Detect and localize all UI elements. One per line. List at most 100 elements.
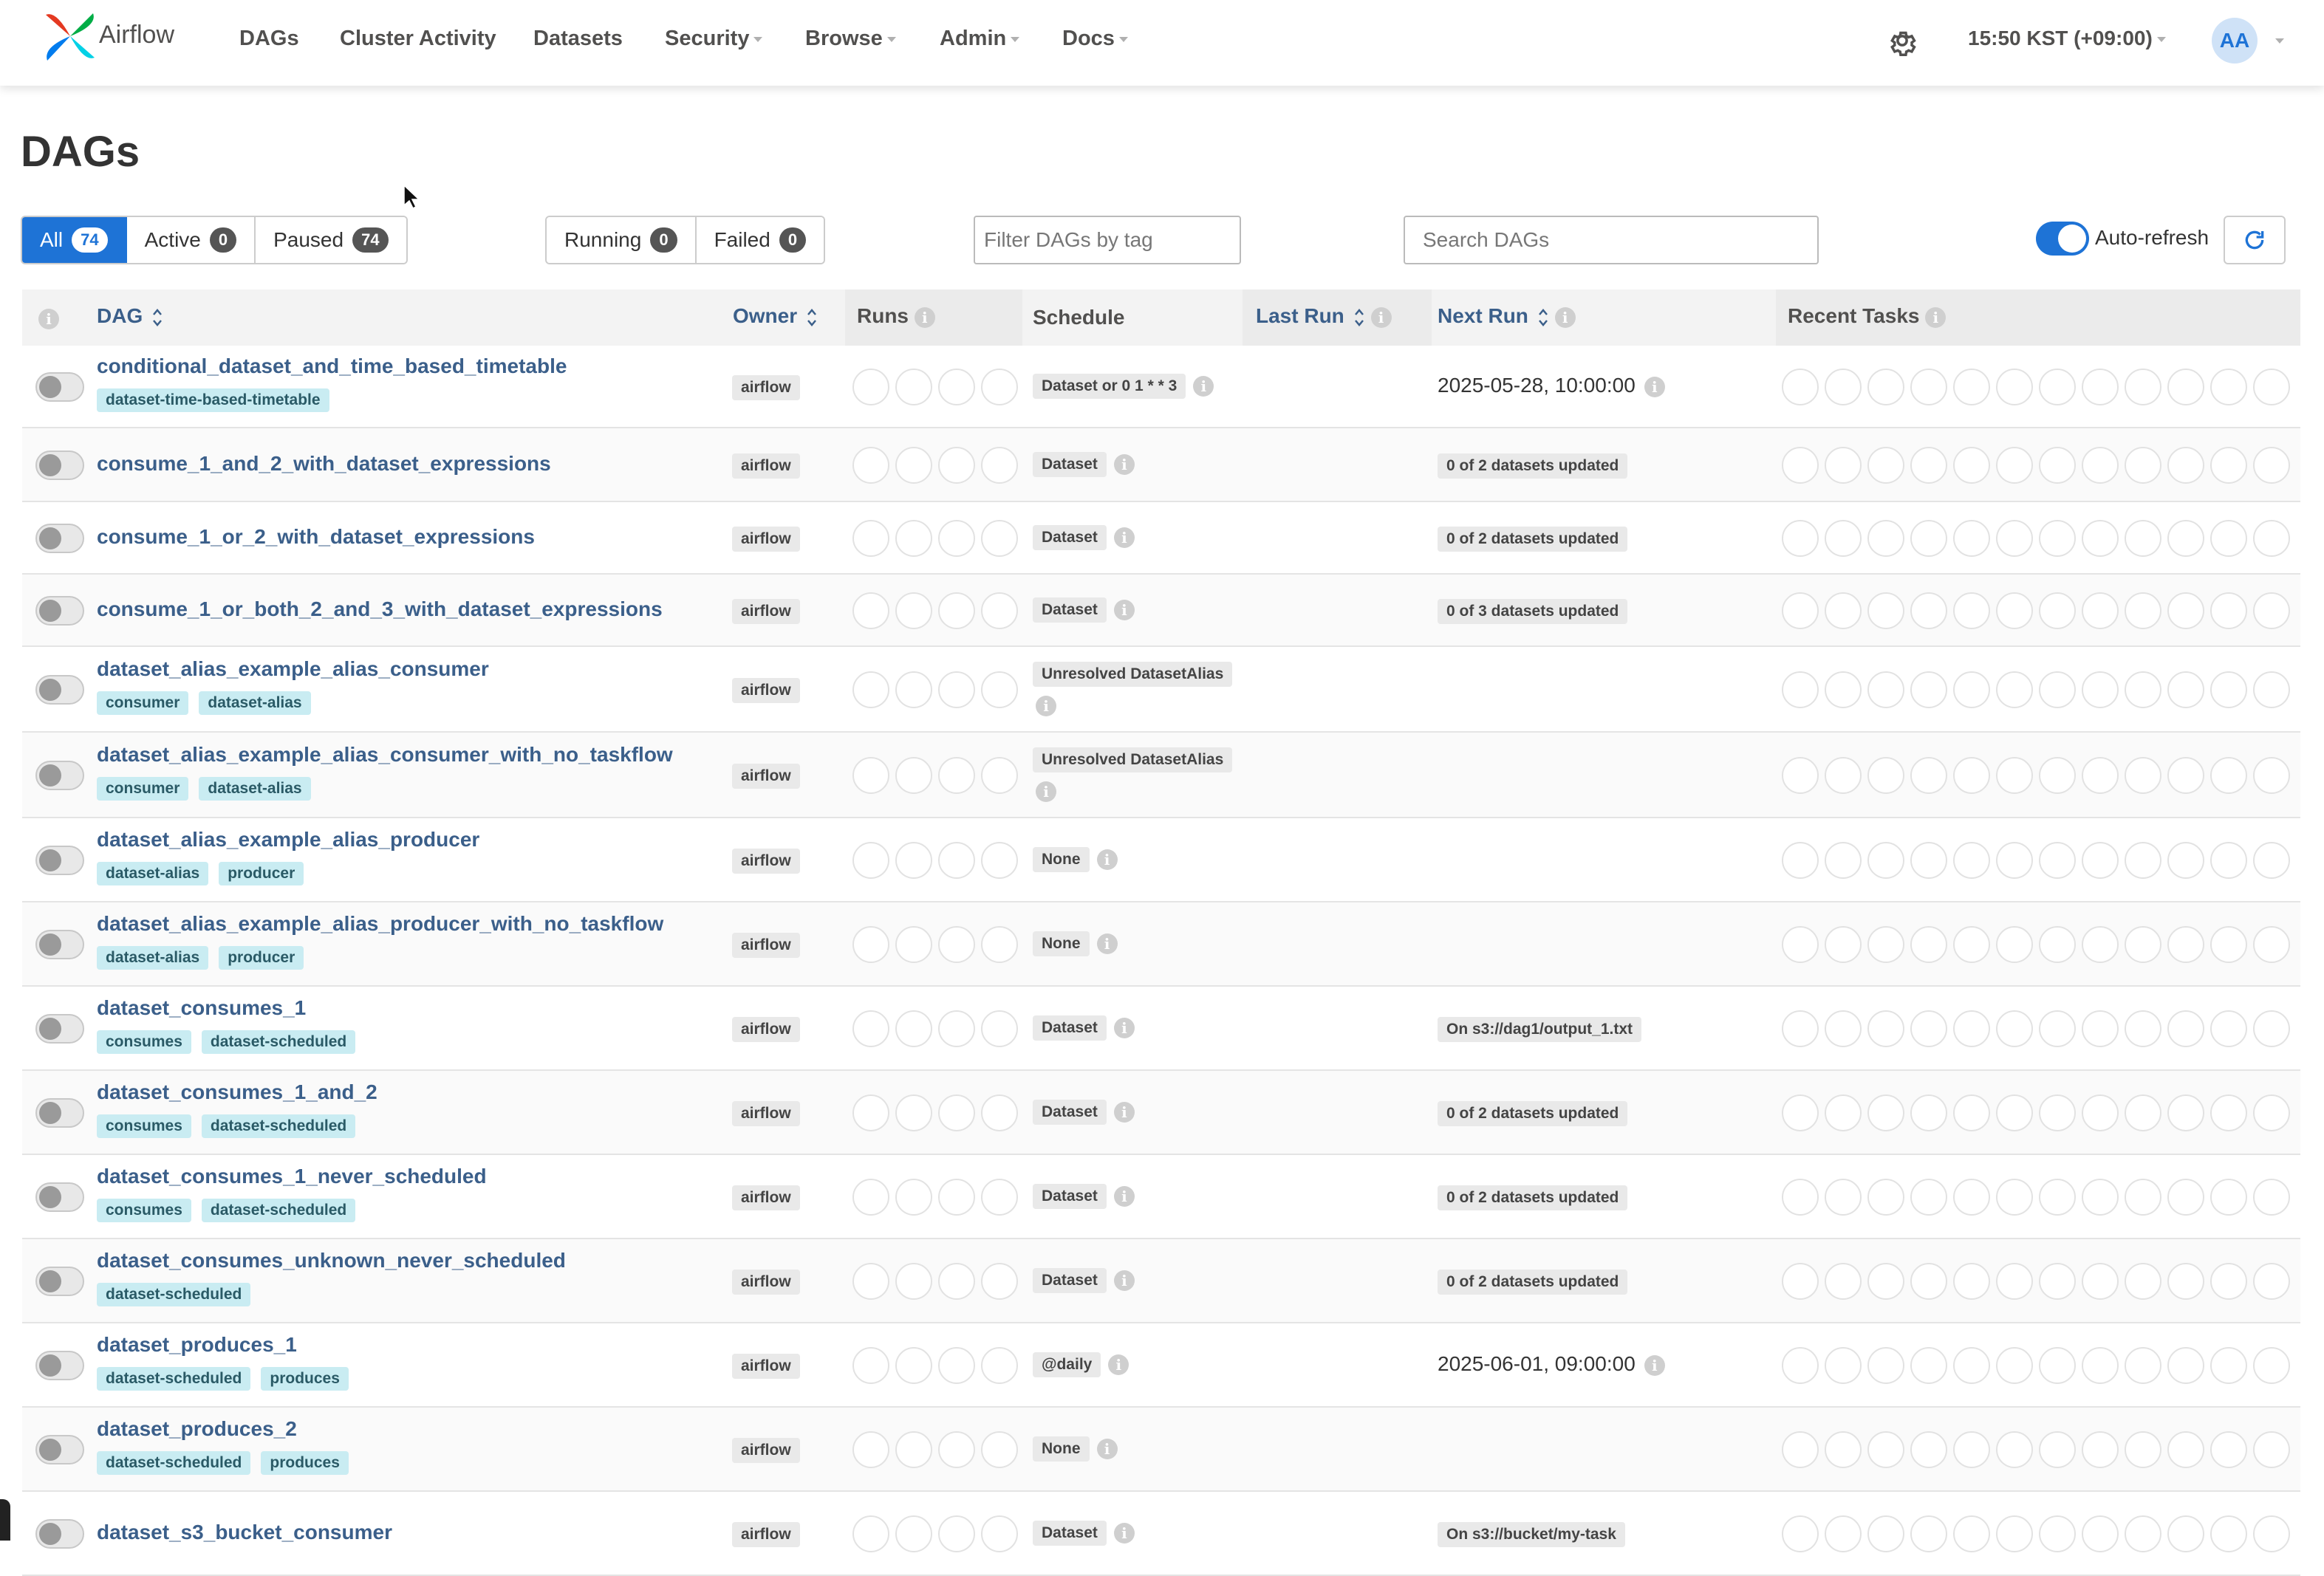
dag-tag[interactable]: consumes — [97, 1199, 191, 1222]
run-status-circle[interactable] — [852, 447, 889, 484]
dag-tag[interactable]: producer — [219, 946, 304, 970]
task-status-circle[interactable] — [1782, 447, 1819, 484]
task-status-circle[interactable] — [1996, 520, 2033, 557]
task-status-circle[interactable] — [1953, 520, 1990, 557]
run-status-circle[interactable] — [852, 1263, 889, 1300]
run-status-circle[interactable] — [852, 926, 889, 963]
run-status-circle[interactable] — [895, 1179, 932, 1216]
task-status-circle[interactable] — [1867, 1431, 1904, 1468]
dag-link[interactable]: dataset_produces_1 — [97, 1333, 297, 1357]
run-status-circle[interactable] — [938, 842, 975, 879]
run-status-circle[interactable] — [981, 926, 1018, 963]
owner-badge[interactable]: airflow — [732, 375, 800, 400]
task-status-circle[interactable] — [2125, 671, 2161, 708]
task-status-circle[interactable] — [1782, 1179, 1819, 1216]
dag-link[interactable]: consume_1_or_both_2_and_3_with_dataset_e… — [97, 597, 663, 621]
task-status-circle[interactable] — [2125, 926, 2161, 963]
dag-tag[interactable]: consumer — [97, 691, 189, 715]
task-status-circle[interactable] — [1996, 1431, 2033, 1468]
run-status-circle[interactable] — [938, 926, 975, 963]
run-status-circle[interactable] — [852, 520, 889, 557]
task-status-circle[interactable] — [1825, 1515, 1862, 1552]
run-status-circle[interactable] — [981, 1179, 1018, 1216]
task-status-circle[interactable] — [1953, 1094, 1990, 1131]
task-status-circle[interactable] — [2039, 447, 2076, 484]
task-status-circle[interactable] — [1910, 1347, 1947, 1384]
chevron-down-icon[interactable] — [2275, 38, 2284, 44]
task-status-circle[interactable] — [2210, 842, 2247, 879]
run-status-circle[interactable] — [981, 1347, 1018, 1384]
task-status-circle[interactable] — [1825, 1347, 1862, 1384]
run-status-circle[interactable] — [938, 1010, 975, 1047]
run-status-circle[interactable] — [938, 369, 975, 405]
dag-tag[interactable]: dataset-scheduled — [201, 1114, 356, 1138]
task-status-circle[interactable] — [2210, 1010, 2247, 1047]
next-run-badge[interactable]: 0 of 3 datasets updated — [1438, 599, 1628, 624]
task-status-circle[interactable] — [1782, 369, 1819, 405]
task-status-circle[interactable] — [1996, 1179, 2033, 1216]
owner-badge[interactable]: airflow — [732, 933, 800, 958]
task-status-circle[interactable] — [1996, 1263, 2033, 1300]
run-status-circle[interactable] — [895, 1094, 932, 1131]
task-status-circle[interactable] — [1825, 1179, 1862, 1216]
task-status-circle[interactable] — [2210, 757, 2247, 794]
task-status-circle[interactable] — [1782, 520, 1819, 557]
task-status-circle[interactable] — [1782, 926, 1819, 963]
task-status-circle[interactable] — [2167, 1094, 2204, 1131]
nav-cluster-activity[interactable]: Cluster Activity — [340, 27, 496, 51]
task-status-circle[interactable] — [1996, 842, 2033, 879]
task-status-circle[interactable] — [1910, 1431, 1947, 1468]
task-status-circle[interactable] — [1910, 1010, 1947, 1047]
task-status-circle[interactable] — [1782, 842, 1819, 879]
task-status-circle[interactable] — [2253, 1094, 2290, 1131]
column-last-run[interactable]: Last Run i — [1256, 304, 1392, 329]
task-status-circle[interactable] — [2082, 1347, 2119, 1384]
dag-tag[interactable]: consumes — [97, 1030, 191, 1054]
task-status-circle[interactable] — [1867, 842, 1904, 879]
run-status-circle[interactable] — [895, 592, 932, 629]
run-status-circle[interactable] — [981, 520, 1018, 557]
task-status-circle[interactable] — [2210, 1515, 2247, 1552]
schedule-badge[interactable]: Dataset — [1033, 597, 1107, 623]
run-status-circle[interactable] — [852, 1179, 889, 1216]
run-status-circle[interactable] — [938, 1263, 975, 1300]
info-icon[interactable]: i — [1644, 376, 1665, 397]
owner-badge[interactable]: airflow — [732, 1185, 800, 1210]
schedule-badge[interactable]: Dataset — [1033, 1268, 1107, 1293]
task-status-circle[interactable] — [2039, 1179, 2076, 1216]
task-status-circle[interactable] — [1953, 671, 1990, 708]
task-status-circle[interactable] — [1825, 757, 1862, 794]
info-icon[interactable]: i — [1644, 1354, 1665, 1376]
task-status-circle[interactable] — [2253, 757, 2290, 794]
run-status-circle[interactable] — [895, 1263, 932, 1300]
run-status-circle[interactable] — [895, 520, 932, 557]
run-status-circle[interactable] — [852, 757, 889, 794]
task-status-circle[interactable] — [2125, 1094, 2161, 1131]
dag-link[interactable]: dataset_alias_example_alias_consumer — [97, 657, 489, 681]
task-status-circle[interactable] — [2167, 1431, 2204, 1468]
task-status-circle[interactable] — [1996, 671, 2033, 708]
task-status-circle[interactable] — [1996, 1515, 2033, 1552]
pause-toggle[interactable] — [35, 1267, 84, 1296]
next-run-badge[interactable]: 0 of 2 datasets updated — [1438, 453, 1628, 479]
info-icon[interactable]: i — [914, 306, 935, 328]
next-run-badge[interactable]: 0 of 2 datasets updated — [1438, 1185, 1628, 1210]
info-icon[interactable]: i — [1113, 1186, 1135, 1207]
task-status-circle[interactable] — [1825, 592, 1862, 629]
task-status-circle[interactable] — [1782, 671, 1819, 708]
run-status-circle[interactable] — [938, 520, 975, 557]
dag-tag[interactable]: dataset-scheduled — [201, 1030, 356, 1054]
task-status-circle[interactable] — [2125, 1515, 2161, 1552]
task-status-circle[interactable] — [2082, 1515, 2119, 1552]
owner-badge[interactable]: airflow — [732, 1354, 800, 1379]
next-run-badge[interactable]: 0 of 2 datasets updated — [1438, 1101, 1628, 1126]
owner-badge[interactable]: airflow — [732, 1017, 800, 1042]
task-status-circle[interactable] — [2167, 447, 2204, 484]
task-status-circle[interactable] — [2125, 447, 2161, 484]
pause-toggle[interactable] — [35, 675, 84, 705]
task-status-circle[interactable] — [1910, 1263, 1947, 1300]
run-status-circle[interactable] — [938, 757, 975, 794]
filter-active-button[interactable]: Active 0 — [126, 217, 256, 263]
dag-link[interactable]: dataset_produces_2 — [97, 1417, 297, 1441]
run-status-circle[interactable] — [852, 1010, 889, 1047]
